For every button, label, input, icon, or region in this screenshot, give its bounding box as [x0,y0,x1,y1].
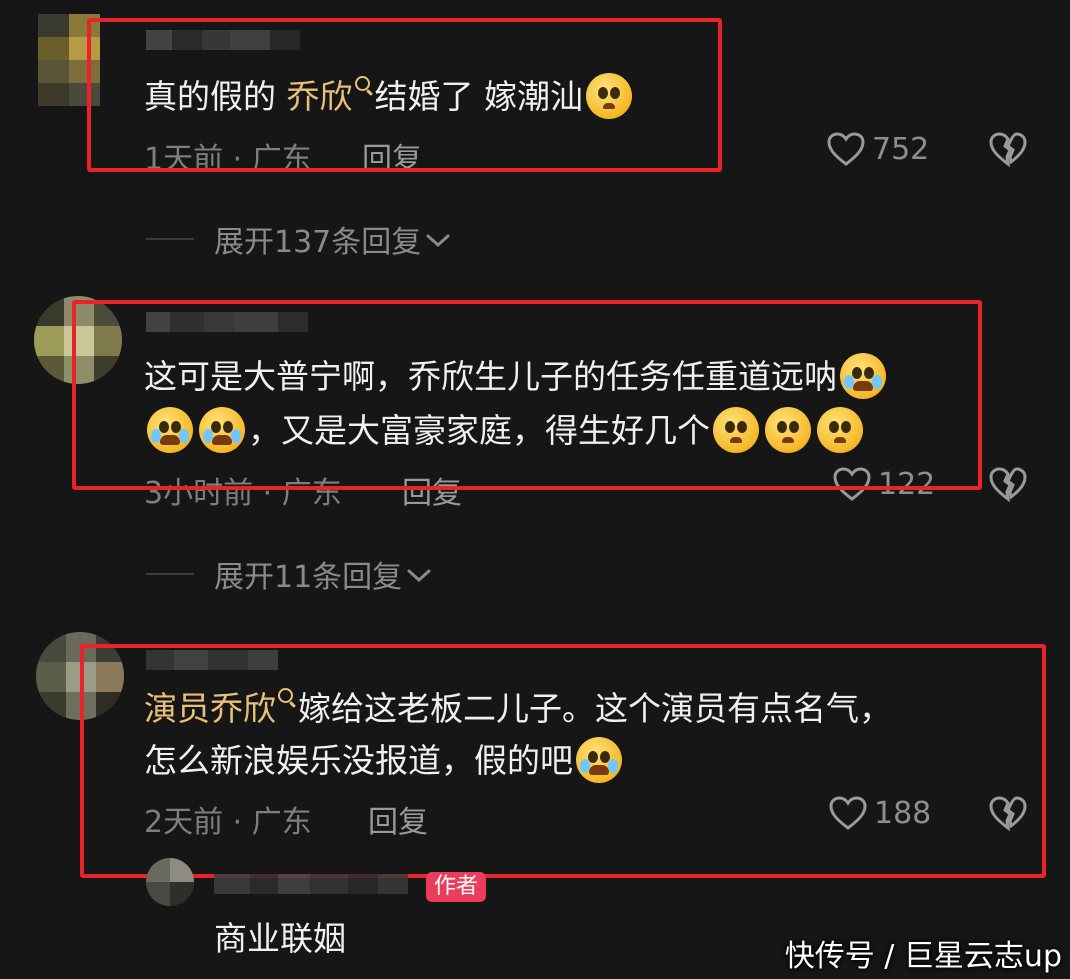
annotation-box [87,18,722,172]
annotation-box [80,644,1046,878]
broken-heart-icon[interactable] [988,131,1028,167]
heart-outline-icon [826,131,866,167]
divider [146,573,194,575]
expand-replies-label: 展开137条回复 [214,225,422,260]
broken-heart-icon[interactable] [988,466,1028,502]
chevron-down-icon [425,222,451,257]
chevron-down-icon [406,557,432,592]
expand-replies-button[interactable]: 展开11条回复 [146,552,432,596]
like-button[interactable]: 752 [826,131,929,167]
avatar[interactable] [146,858,194,906]
like-count: 752 [872,131,930,167]
watermark: 快传号 / 巨星云志up [784,939,1062,974]
username[interactable] [214,874,408,894]
expand-replies-button[interactable]: 展开137条回复 [146,217,451,261]
reply-text: 商业联姻 [214,919,346,958]
expand-replies-label: 展开11条回复 [214,560,403,595]
annotation-box [72,300,982,490]
author-badge: 作者 [426,872,487,902]
divider [146,238,194,240]
